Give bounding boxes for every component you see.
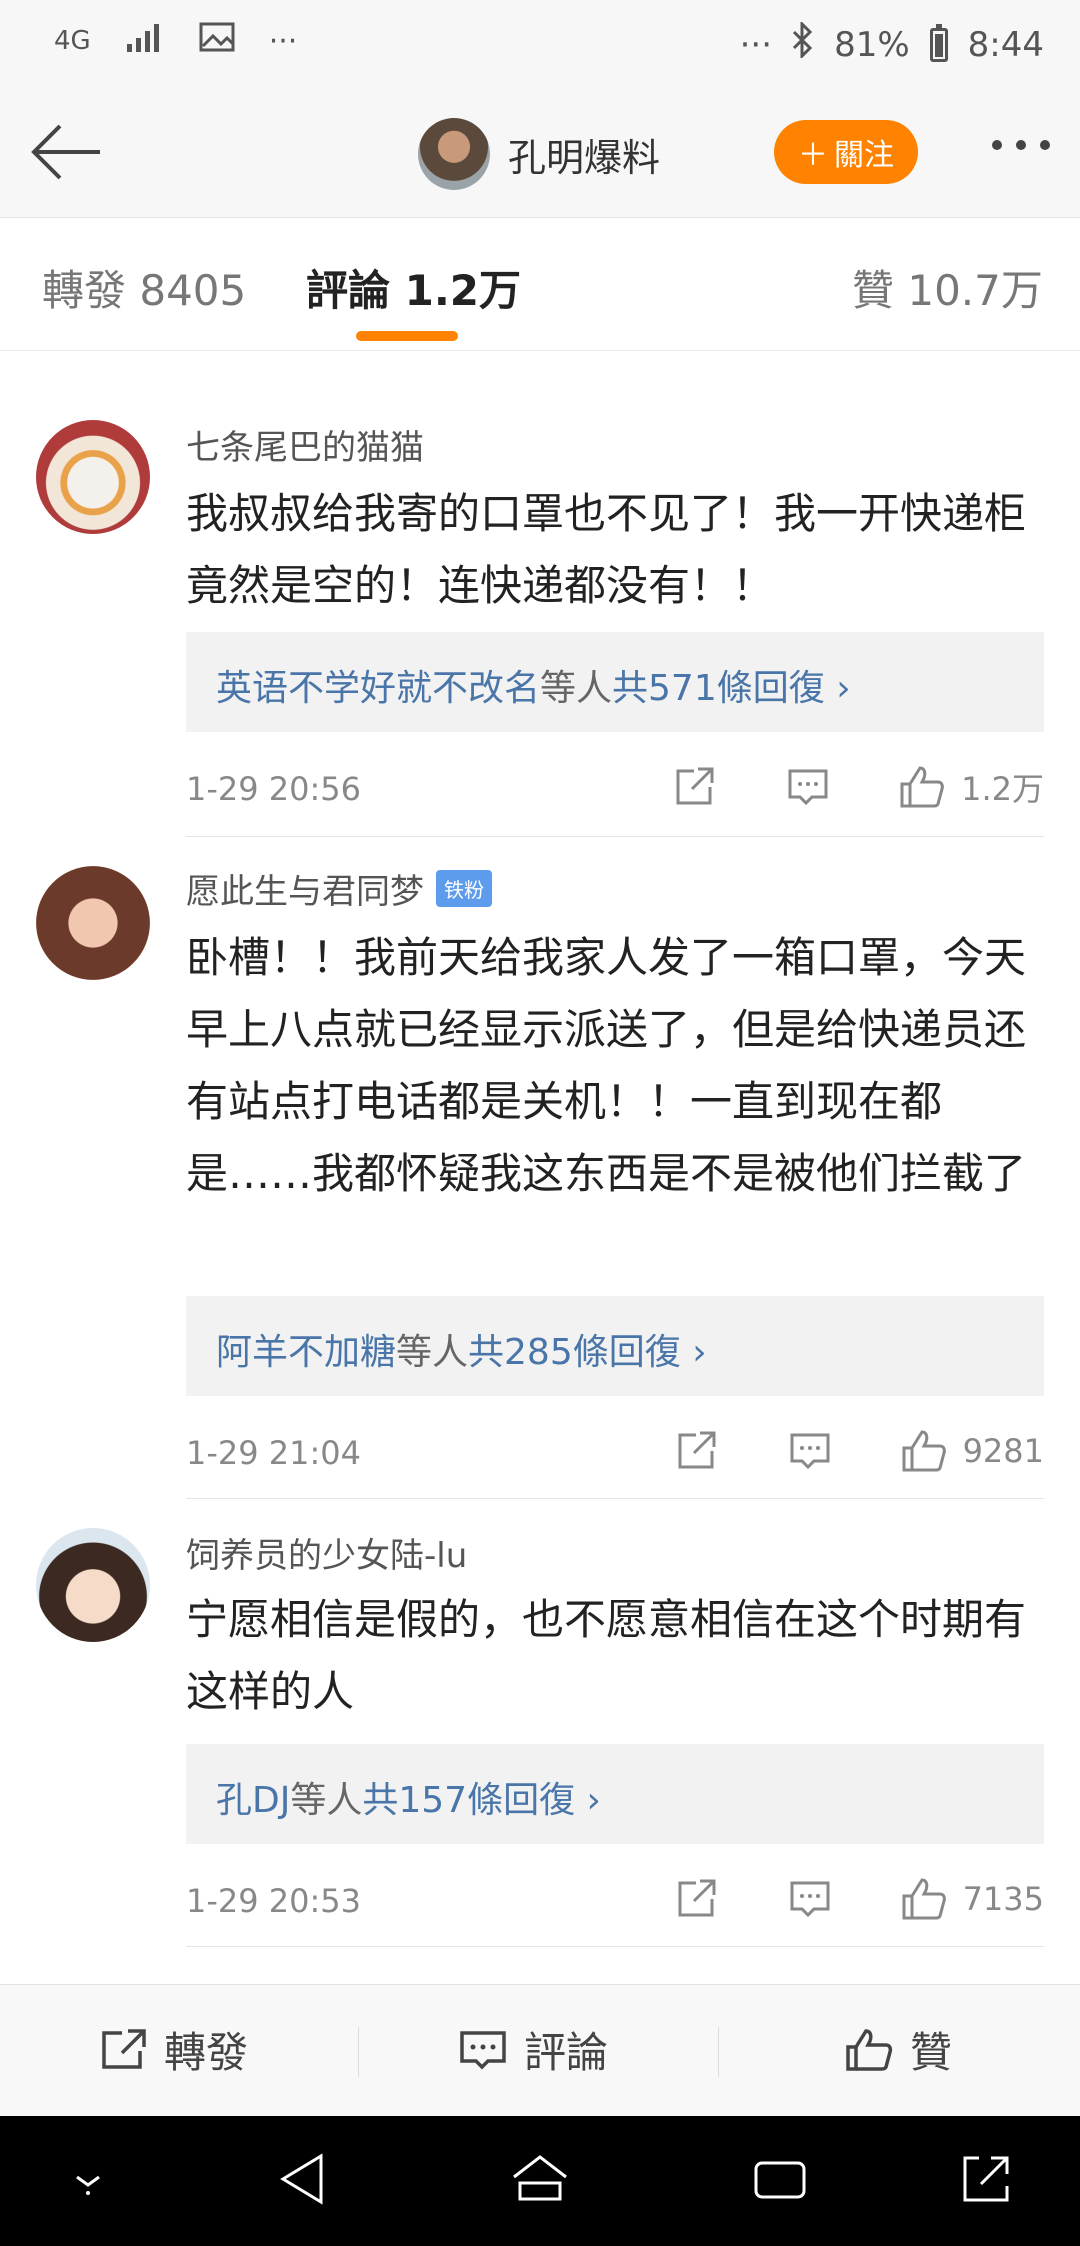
active-tab-indicator bbox=[356, 331, 458, 341]
reply-count[interactable]: 共157條回復 › bbox=[362, 1780, 601, 1821]
comment-actions: 9281 bbox=[671, 1426, 1044, 1476]
thumbs-up-icon[interactable] bbox=[899, 1426, 949, 1476]
commenter-name-text[interactable]: 饲养员的少女陆-lu bbox=[186, 1528, 467, 1577]
network-indicator: 4G bbox=[54, 26, 91, 56]
action-divider bbox=[358, 2027, 359, 2077]
comment-actions: 7135 bbox=[671, 1874, 1044, 1924]
commenter-avatar[interactable] bbox=[36, 420, 150, 534]
share-icon[interactable] bbox=[671, 1874, 721, 1924]
commenter-name[interactable]: 七条尾巴的猫猫 bbox=[186, 420, 424, 469]
repost-label: 轉發 bbox=[164, 2028, 249, 2077]
reply-mid: 等人 bbox=[290, 1780, 363, 1821]
comment-actions: 1.2万 bbox=[669, 762, 1044, 812]
reply-mid: 等人 bbox=[396, 1332, 469, 1373]
home-nav-icon[interactable] bbox=[500, 2144, 580, 2214]
reply-summary[interactable]: 孔DJ等人共157條回復 › bbox=[186, 1744, 1044, 1844]
reply-user[interactable]: 阿羊不加糖 bbox=[216, 1332, 396, 1373]
commenter-avatar[interactable] bbox=[36, 1528, 150, 1642]
status-left: 4G ··· bbox=[54, 22, 297, 60]
account-header[interactable]: 孔明爆料 bbox=[418, 118, 660, 190]
comment-icon[interactable] bbox=[785, 1426, 835, 1476]
reply-summary[interactable]: 阿羊不加糖等人共285條回復 › bbox=[186, 1296, 1044, 1396]
comment-divider bbox=[186, 836, 1044, 837]
follow-button[interactable]: ＋ 關注 bbox=[774, 120, 918, 184]
fan-badge: 铁粉 bbox=[436, 870, 492, 907]
commenter-name[interactable]: 愿此生与君同梦 铁粉 bbox=[186, 864, 492, 913]
comment-divider bbox=[186, 1946, 1044, 1947]
more-notifications-icon: ··· bbox=[268, 23, 298, 59]
comment-time: 1-29 20:56 bbox=[186, 770, 362, 808]
account-avatar[interactable] bbox=[418, 118, 490, 190]
comment-item: 七条尾巴的猫猫 我叔叔给我寄的口罩也不见了！我一开快递柜竟然是空的！连快递都没有… bbox=[0, 404, 1080, 824]
comment-icon bbox=[460, 2030, 506, 2069]
comment-time: 1-29 20:53 bbox=[186, 1882, 362, 1920]
like-button[interactable]: 贊 bbox=[844, 2019, 952, 2080]
thumbs-up-icon[interactable] bbox=[897, 762, 947, 812]
plus-icon: ＋ bbox=[798, 138, 828, 173]
more-status-icon: ··· bbox=[739, 24, 773, 65]
comment-item: 愿此生与君同梦 铁粉 卧槽！！我前天给我家人发了一箱口罩，今天早上八点就已经显示… bbox=[0, 860, 1080, 1500]
reply-summary[interactable]: 英语不学好就不改名等人共571條回復 › bbox=[186, 632, 1044, 732]
account-name[interactable]: 孔明爆料 bbox=[508, 127, 660, 182]
reply-summary-text[interactable]: 阿羊不加糖等人共285條回復 › bbox=[216, 1323, 707, 1375]
clock: 8:44 bbox=[967, 24, 1044, 65]
status-bar: 4G ··· ··· 81% 8:44 bbox=[0, 0, 1080, 90]
bottom-action-bar: 轉發 評論 贊 bbox=[0, 1984, 1080, 2116]
commenter-avatar[interactable] bbox=[36, 866, 150, 980]
signal-icon bbox=[125, 22, 165, 60]
comment-icon[interactable] bbox=[785, 1874, 835, 1924]
comment-icon[interactable] bbox=[783, 762, 833, 812]
like-label: 贊 bbox=[910, 2028, 953, 2077]
repost-button[interactable]: 轉發 bbox=[98, 2019, 248, 2080]
reply-summary-text[interactable]: 英语不学好就不改名等人共571條回復 › bbox=[216, 659, 851, 711]
like-count: 7135 bbox=[962, 1880, 1044, 1918]
share-icon bbox=[102, 2028, 146, 2069]
reply-summary-text[interactable]: 孔DJ等人共157條回復 › bbox=[216, 1771, 601, 1823]
back-nav-icon[interactable] bbox=[262, 2144, 342, 2214]
comment-label: 評論 bbox=[524, 2028, 609, 2077]
commenter-name-text[interactable]: 七条尾巴的猫猫 bbox=[186, 420, 424, 469]
tab-reposts[interactable]: 轉發 8405 bbox=[42, 257, 246, 318]
commenter-name[interactable]: 饲养员的少女陆-lu bbox=[186, 1528, 467, 1577]
comment-divider bbox=[186, 1498, 1044, 1499]
gallery-icon bbox=[199, 22, 235, 60]
comment-meta: 1-29 21:04 9281 bbox=[186, 1426, 1044, 1476]
tab-bar: 轉發 8405 評論 1.2万 贊 10.7万 bbox=[0, 219, 1080, 351]
tab-likes[interactable]: 贊 10.7万 bbox=[852, 257, 1043, 318]
follow-label: 關注 bbox=[834, 138, 894, 173]
like-count: 1.2万 bbox=[961, 770, 1044, 808]
comment-time: 1-29 21:04 bbox=[186, 1434, 362, 1472]
comment-text: 卧槽！！我前天给我家人发了一箱口罩，今天早上八点就已经显示派送了，但是给快递员还… bbox=[186, 933, 1027, 1198]
title-bar: 孔明爆料 ＋ 關注 bbox=[0, 90, 1080, 218]
comment-meta: 1-29 20:56 1.2万 bbox=[186, 762, 1044, 812]
comment-item: 饲养员的少女陆-lu 宁愿相信是假的，也不愿意相信在这个时期有这样的人 孔DJ等… bbox=[0, 1524, 1080, 1954]
reply-count[interactable]: 共571條回復 › bbox=[612, 668, 851, 709]
reply-count[interactable]: 共285條回復 › bbox=[468, 1332, 707, 1373]
reply-user[interactable]: 英语不学好就不改名 bbox=[216, 668, 540, 709]
reply-user[interactable]: 孔DJ bbox=[216, 1780, 290, 1821]
share-icon[interactable] bbox=[669, 762, 719, 812]
reply-mid: 等人 bbox=[540, 668, 613, 709]
comment-button[interactable]: 評論 bbox=[458, 2019, 608, 2080]
battery-icon bbox=[929, 23, 948, 62]
comment-meta: 1-29 20:53 7135 bbox=[186, 1874, 1044, 1924]
bluetooth-icon bbox=[792, 20, 814, 67]
status-right: ··· 81% 8:44 bbox=[739, 20, 1044, 67]
like-count: 9281 bbox=[962, 1432, 1044, 1470]
thumbs-up-icon bbox=[846, 2028, 893, 2071]
hide-keyboard-icon[interactable] bbox=[48, 2144, 128, 2214]
recents-nav-icon[interactable] bbox=[740, 2144, 820, 2214]
thumbs-up-icon[interactable] bbox=[899, 1874, 949, 1924]
commenter-name-text[interactable]: 愿此生与君同梦 bbox=[186, 864, 424, 913]
comment-text: 宁愿相信是假的，也不愿意相信在这个时期有这样的人 bbox=[186, 1595, 1027, 1716]
battery-percent: 81% bbox=[834, 24, 910, 65]
system-nav-bar bbox=[0, 2116, 1080, 2246]
tab-comments[interactable]: 評論 1.2万 bbox=[306, 257, 521, 318]
comment-text: 我叔叔给我寄的口罩也不见了！我一开快递柜竟然是空的！连快递都没有！！ bbox=[186, 489, 1027, 610]
more-dots-icon[interactable] bbox=[992, 140, 1050, 150]
action-divider bbox=[718, 2027, 719, 2077]
share-icon[interactable] bbox=[671, 1426, 721, 1476]
back-arrow-icon[interactable] bbox=[30, 120, 102, 184]
expand-icon[interactable] bbox=[946, 2144, 1026, 2214]
